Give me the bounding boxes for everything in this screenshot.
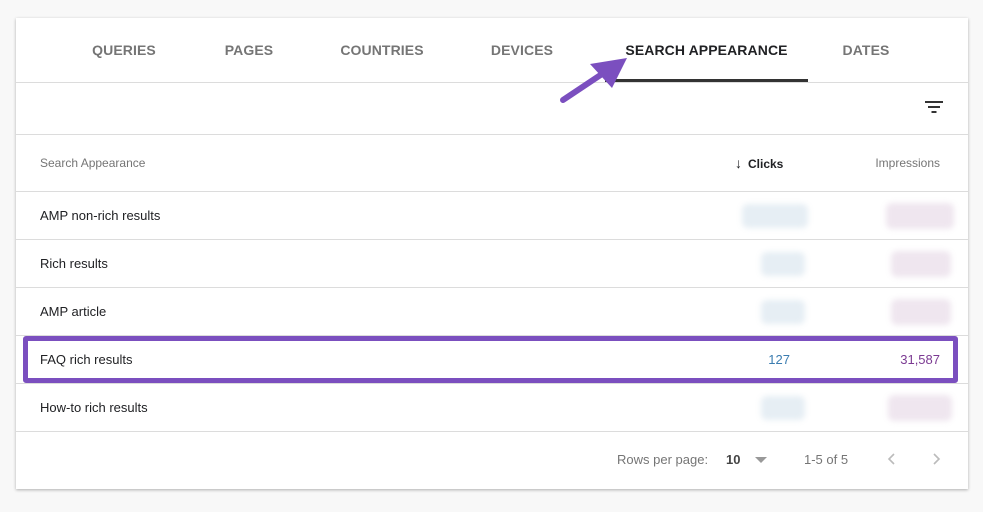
chevron-left-icon[interactable] bbox=[882, 449, 902, 469]
tab-countries[interactable]: COUNTRIES bbox=[332, 18, 432, 83]
row-impressions: 31,587 bbox=[900, 352, 940, 367]
active-tab-indicator bbox=[605, 79, 808, 82]
table-row[interactable]: Rich results bbox=[16, 240, 968, 288]
blurred-clicks bbox=[761, 396, 805, 420]
performance-report-card: QUERIES PAGES COUNTRIES DEVICES SEARCH A… bbox=[16, 18, 968, 489]
row-clicks: 127 bbox=[768, 352, 790, 367]
table-header: Search Appearance ↓ Clicks Impressions bbox=[16, 135, 968, 192]
filter-icon[interactable] bbox=[924, 97, 944, 117]
table-row[interactable]: How-to rich results bbox=[16, 384, 968, 432]
column-header-clicks[interactable]: ↓ Clicks bbox=[735, 135, 783, 191]
table-row[interactable]: AMP non-rich results bbox=[16, 192, 968, 240]
blurred-clicks bbox=[761, 300, 805, 324]
row-name: Rich results bbox=[40, 256, 108, 271]
row-name: How-to rich results bbox=[40, 400, 148, 415]
table-toolbar bbox=[16, 83, 968, 135]
blurred-clicks bbox=[742, 204, 808, 228]
blurred-impressions bbox=[888, 395, 952, 421]
tab-bar: QUERIES PAGES COUNTRIES DEVICES SEARCH A… bbox=[16, 18, 968, 83]
tab-dates[interactable]: DATES bbox=[831, 18, 901, 83]
blurred-impressions bbox=[886, 203, 954, 229]
column-header-impressions[interactable]: Impressions bbox=[875, 135, 940, 191]
row-name: AMP non-rich results bbox=[40, 208, 161, 223]
clicks-header-label: Clicks bbox=[748, 157, 784, 171]
column-header-search-appearance[interactable]: Search Appearance bbox=[40, 135, 145, 191]
chevron-right-icon[interactable] bbox=[926, 449, 946, 469]
pagination-footer: Rows per page: 10 1-5 of 5 bbox=[16, 432, 968, 489]
tab-pages[interactable]: PAGES bbox=[215, 18, 283, 83]
arrow-down-icon: ↓ bbox=[735, 155, 742, 171]
blurred-impressions bbox=[891, 299, 951, 325]
blurred-impressions bbox=[891, 251, 951, 277]
caret-down-icon[interactable] bbox=[755, 457, 767, 463]
rows-per-page-label: Rows per page: bbox=[617, 452, 709, 467]
rows-per-page-select[interactable]: 10 bbox=[726, 432, 740, 488]
blurred-clicks bbox=[761, 252, 805, 276]
tab-queries[interactable]: QUERIES bbox=[84, 18, 164, 83]
row-name: FAQ rich results bbox=[40, 352, 133, 367]
table-row-highlighted[interactable]: FAQ rich results 127 31,587 bbox=[16, 336, 968, 384]
page-range: 1-5 of 5 bbox=[804, 452, 849, 467]
row-name: AMP article bbox=[40, 304, 107, 319]
table-row[interactable]: AMP article bbox=[16, 288, 968, 336]
tab-search-appearance[interactable]: SEARCH APPEARANCE bbox=[605, 18, 808, 83]
tab-devices[interactable]: DEVICES bbox=[482, 18, 562, 83]
